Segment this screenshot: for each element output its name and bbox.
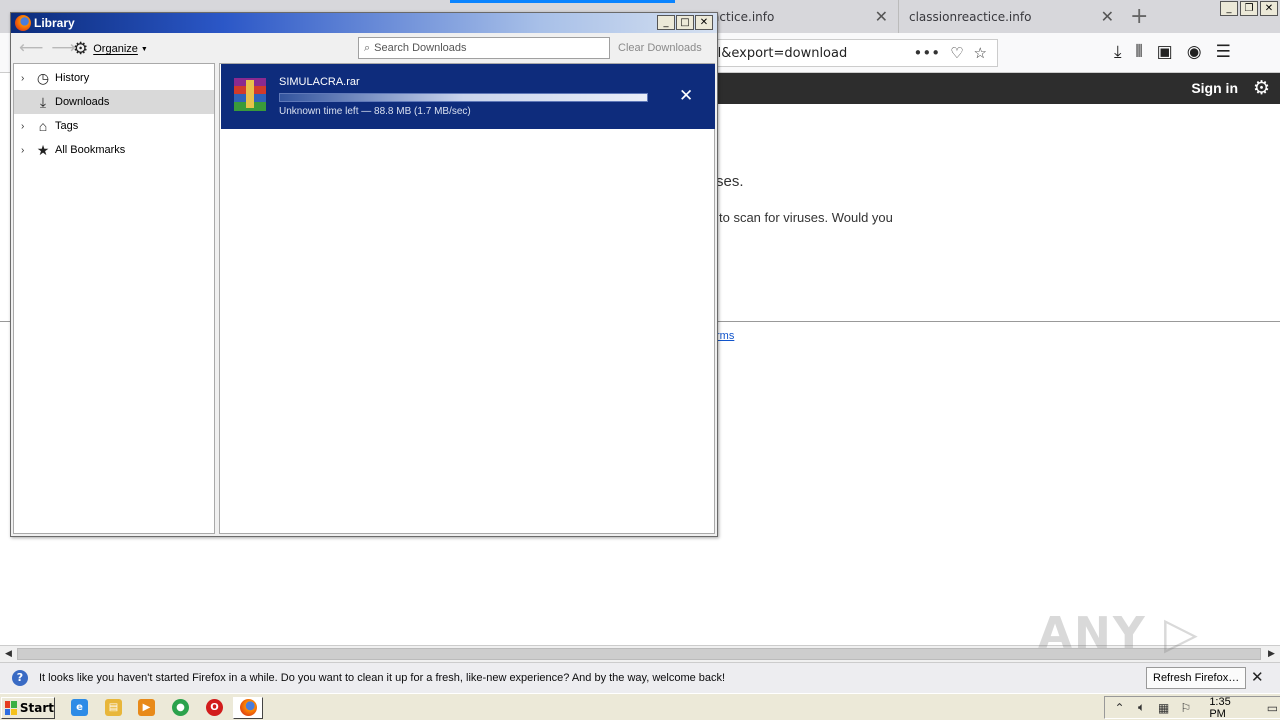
minimize-button[interactable]: _ (1220, 1, 1238, 16)
sidebar-icon[interactable]: ▣ (1157, 42, 1173, 62)
opera-icon[interactable]: O (206, 699, 223, 716)
sidebar-item-downloads[interactable]: ⤓ Downloads (14, 90, 214, 114)
firefox-taskbar-button[interactable] (233, 697, 263, 719)
refresh-firefox-button[interactable]: Refresh Firefox… (1146, 667, 1247, 689)
notification-message: It looks like you haven't started Firefo… (39, 672, 726, 684)
gear-icon: ⚙ (73, 39, 89, 58)
explorer-icon[interactable]: ▤ (105, 699, 122, 716)
sidebar-item-tags[interactable]: › ⌂ Tags (14, 114, 214, 138)
close-notification-icon[interactable]: ✕ (1251, 668, 1264, 686)
tab-title: classionreactice.info (909, 9, 1032, 24)
browser-tab[interactable]: reactice.info ✕ (690, 0, 898, 33)
download-progress-bar (279, 93, 648, 102)
terms-link[interactable]: rms (716, 330, 734, 342)
sidebar-item-label: Tags (55, 120, 79, 132)
close-tab-icon[interactable]: ✕ (875, 7, 888, 26)
media-player-icon[interactable]: ▶ (138, 699, 155, 716)
close-tab-icon[interactable]: ✕ (1101, 7, 1114, 26)
close-window-button[interactable]: ✕ (695, 15, 713, 30)
tag-icon: ⌂ (38, 118, 48, 134)
library-window: Library _ □ ✕ ⟵ ⟶ ⚙ Organize ▼ ⌕ Search … (10, 12, 718, 537)
rar-archive-icon (234, 78, 266, 111)
show-desktop-icon[interactable]: ▭ (1265, 701, 1280, 715)
menu-icon[interactable]: ☰ (1216, 42, 1231, 62)
start-button[interactable]: Start (1, 697, 55, 719)
chevron-right-icon[interactable]: › (21, 145, 31, 156)
system-tray: ⌃ 🔈︎ ▦ ⚐ 1:35 PM ▭ (1104, 696, 1280, 720)
url-text[interactable]: ll&export=download (714, 46, 914, 61)
ie-icon[interactable]: e (71, 699, 88, 716)
library-window-controls: _ □ ✕ (657, 15, 713, 30)
browser-toolbar-icons: ⤓ ⫴ ▣ ◉ ☰ (1114, 42, 1231, 62)
download-progress-fill (280, 94, 647, 101)
back-arrow-icon[interactable]: ⟵ (19, 38, 43, 58)
sidebar-item-all-bookmarks[interactable]: › ★ All Bookmarks (14, 138, 214, 162)
browser-tab[interactable]: classionreactice.info ✕ (898, 0, 1124, 33)
active-tab-indicator (450, 0, 675, 3)
download-item[interactable]: SIMULACRA.rar Unknown time left — 88.8 M… (221, 64, 715, 129)
library-title: Library (34, 16, 75, 30)
windows-logo-icon (5, 701, 17, 715)
sidebar-item-label: All Bookmarks (55, 144, 126, 156)
search-placeholder: Search Downloads (374, 42, 467, 54)
new-tab-button[interactable]: + (1130, 4, 1148, 29)
notification-bar: ? It looks like you haven't started Fire… (0, 662, 1280, 693)
firefox-icon (240, 699, 257, 716)
cancel-download-icon[interactable]: ✕ (679, 86, 693, 106)
chevron-right-icon[interactable]: › (21, 73, 31, 84)
download-icon: ⤓ (39, 93, 47, 110)
library-icon[interactable]: ⫴ (1136, 42, 1143, 62)
download-icon[interactable]: ⤓ (1114, 42, 1122, 62)
search-icon: ⌕ (364, 41, 371, 54)
download-filename: SIMULACRA.rar (279, 76, 360, 88)
library-title-bar[interactable]: Library _ □ ✕ (11, 13, 717, 33)
page-heading-fragment: ses. (716, 173, 744, 190)
close-window-button[interactable]: ✕ (1260, 1, 1278, 16)
info-icon: ? (12, 670, 28, 686)
url-bar[interactable]: ll&export=download ••• ♡ ☆ (708, 39, 998, 67)
chevron-down-icon: ▼ (140, 45, 148, 53)
gear-icon[interactable]: ⚙ (1253, 77, 1270, 99)
chevron-right-icon[interactable]: › (21, 121, 31, 132)
pocket-icon[interactable]: ♡ (950, 44, 963, 62)
download-status: Unknown time left — 88.8 MB (1.7 MB/sec) (279, 106, 471, 117)
search-downloads-input[interactable]: ⌕ Search Downloads (358, 37, 610, 59)
more-icon[interactable]: ••• (914, 44, 941, 62)
scroll-left-icon[interactable]: ◀ (0, 646, 17, 662)
start-label: Start (19, 701, 54, 715)
network-icon[interactable]: ▦ (1156, 701, 1171, 715)
library-sidebar: › ◷ History ⤓ Downloads › ⌂ Tags › ★ All… (13, 63, 215, 534)
action-center-flag-icon[interactable]: ⚐ (1178, 701, 1193, 715)
restore-button[interactable]: ❐ (1240, 1, 1258, 16)
sidebar-item-history[interactable]: › ◷ History (14, 66, 214, 90)
taskbar: Start e ▤ ▶ ● O ⌃ 🔈︎ ▦ ⚐ 1:35 PM ▭ (0, 693, 1280, 720)
account-icon[interactable]: ◉ (1187, 42, 1202, 62)
downloads-list: SIMULACRA.rar Unknown time left — 88.8 M… (219, 63, 715, 534)
library-toolbar: ⟵ ⟶ ⚙ Organize ▼ ⌕ Search Downloads Clea… (11, 33, 717, 63)
page-text-fragment: to scan for viruses. Would you (719, 210, 893, 225)
clear-downloads-button[interactable]: Clear Downloads (618, 42, 702, 54)
sidebar-item-label: History (55, 72, 90, 84)
clock-icon: ◷ (36, 69, 50, 86)
minimize-button[interactable]: _ (657, 15, 675, 30)
chrome-icon[interactable]: ● (172, 699, 189, 716)
sign-in-link[interactable]: Sign in (1191, 80, 1238, 96)
bookmark-star-icon[interactable]: ☆ (974, 44, 987, 62)
organize-menu-button[interactable]: ⚙ Organize ▼ (73, 39, 148, 59)
organize-label: Organize (93, 43, 138, 55)
firefox-icon (15, 15, 31, 31)
show-hidden-icons[interactable]: ⌃ (1112, 701, 1127, 715)
browser-window-controls: _ ❐ ✕ (1220, 1, 1278, 16)
sidebar-item-label: Downloads (55, 96, 110, 108)
star-icon: ★ (36, 141, 50, 158)
maximize-button[interactable]: □ (676, 15, 694, 30)
volume-icon[interactable]: 🔈︎ (1134, 700, 1149, 715)
clock[interactable]: 1:35 PM (1209, 696, 1248, 720)
